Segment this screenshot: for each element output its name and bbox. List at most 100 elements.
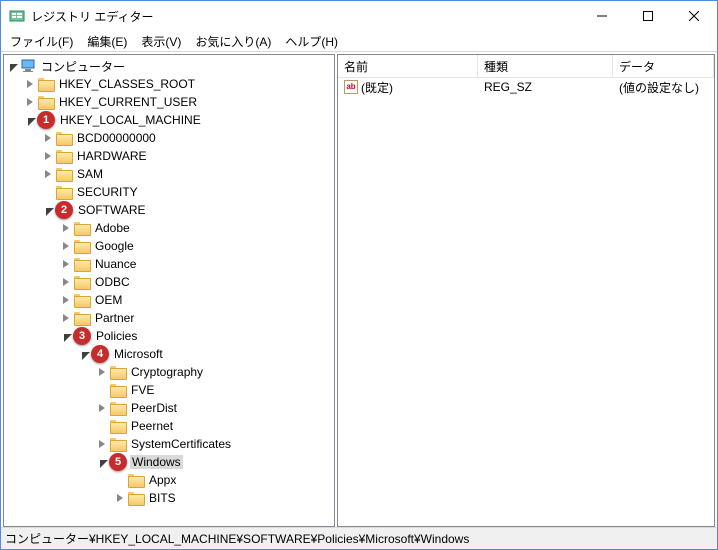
tree-label: FVE — [129, 383, 156, 397]
expander-icon[interactable] — [94, 400, 110, 416]
tree-pane[interactable]: コンピューター HKEY_CLASSES_ROOT HKEY_CURRENT_U… — [3, 54, 335, 527]
tree-item-cryptography[interactable]: Cryptography — [4, 363, 334, 381]
expander-icon[interactable] — [94, 436, 110, 452]
close-button[interactable] — [671, 1, 717, 31]
folder-icon — [56, 167, 72, 181]
folder-icon — [38, 77, 54, 91]
registry-editor-window: レジストリ エディター ファイル(F) 編集(E) 表示(V) お気に入り(A)… — [0, 0, 718, 550]
folder-icon — [38, 95, 54, 109]
step-badge-3: 3 — [73, 327, 91, 345]
tree-item-policies[interactable]: 3 Policies — [4, 327, 334, 345]
values-pane[interactable]: 名前 種類 データ ab (既定) REG_SZ (値の設定なし) — [337, 54, 715, 527]
folder-icon — [110, 383, 126, 397]
maximize-button[interactable] — [625, 1, 671, 31]
tree-label: BCD00000000 — [75, 131, 158, 145]
tree-label: HKEY_LOCAL_MACHINE — [58, 113, 203, 127]
expander-icon[interactable] — [94, 364, 110, 380]
folder-icon — [110, 437, 126, 451]
col-type[interactable]: 種類 — [478, 55, 613, 77]
expander-icon[interactable] — [40, 202, 56, 218]
tree-label: SAM — [75, 167, 105, 181]
folder-icon — [128, 473, 144, 487]
tree-item-systemcertificates[interactable]: SystemCertificates — [4, 435, 334, 453]
menu-view[interactable]: 表示(V) — [134, 31, 188, 52]
cell-data: (値の設定なし) — [613, 79, 714, 96]
menu-file[interactable]: ファイル(F) — [3, 31, 80, 52]
col-data[interactable]: データ — [613, 55, 714, 77]
tree-label: Peernet — [129, 419, 175, 433]
expander-icon[interactable] — [40, 166, 56, 182]
tree-item-fve[interactable]: FVE — [4, 381, 334, 399]
col-name[interactable]: 名前 — [338, 55, 478, 77]
tree-item-bcd[interactable]: BCD00000000 — [4, 129, 334, 147]
value-name: (既定) — [361, 79, 393, 96]
list-row[interactable]: ab (既定) REG_SZ (値の設定なし) — [338, 78, 714, 96]
step-badge-1: 1 — [37, 111, 55, 129]
tree-item-adobe[interactable]: Adobe — [4, 219, 334, 237]
tree-item-security[interactable]: SECURITY — [4, 183, 334, 201]
tree-item-peernet[interactable]: Peernet — [4, 417, 334, 435]
registry-tree: コンピューター HKEY_CLASSES_ROOT HKEY_CURRENT_U… — [4, 55, 334, 527]
tree-item-hardware[interactable]: HARDWARE — [4, 147, 334, 165]
tree-item-bits[interactable]: BITS — [4, 489, 334, 507]
expander-icon[interactable] — [58, 274, 74, 290]
tree-label: ODBC — [93, 275, 132, 289]
folder-icon — [74, 293, 90, 307]
tree-label: コンピューター — [39, 58, 127, 75]
folder-icon — [74, 221, 90, 235]
expander-icon[interactable] — [112, 490, 128, 506]
expander-icon[interactable] — [76, 346, 92, 362]
cell-type: REG_SZ — [478, 80, 613, 94]
expander-icon[interactable] — [58, 220, 74, 236]
folder-icon — [74, 257, 90, 271]
folder-icon — [110, 419, 126, 433]
folder-icon — [56, 149, 72, 163]
menu-favorites[interactable]: お気に入り(A) — [188, 31, 278, 52]
tree-item-sam[interactable]: SAM — [4, 165, 334, 183]
expander-icon[interactable] — [4, 58, 20, 74]
tree-label: OEM — [93, 293, 124, 307]
expander-icon[interactable] — [22, 76, 38, 92]
tree-label: Adobe — [93, 221, 132, 235]
expander-icon[interactable] — [22, 94, 38, 110]
folder-icon — [56, 185, 72, 199]
tree-item-nuance[interactable]: Nuance — [4, 255, 334, 273]
tree-item-software[interactable]: 2 SOFTWARE — [4, 201, 334, 219]
folder-icon — [74, 275, 90, 289]
expander-icon[interactable] — [40, 130, 56, 146]
folder-icon — [56, 131, 72, 145]
folder-icon — [74, 311, 90, 325]
tree-label: Microsoft — [112, 347, 165, 361]
string-value-icon: ab — [344, 80, 358, 94]
tree-item-microsoft[interactable]: 4 Microsoft — [4, 345, 334, 363]
menu-help[interactable]: ヘルプ(H) — [278, 31, 345, 52]
tree-item-windows[interactable]: 5 Windows — [4, 453, 334, 471]
tree-item-hklm[interactable]: 1 HKEY_LOCAL_MACHINE — [4, 111, 334, 129]
step-badge-2: 2 — [55, 201, 73, 219]
minimize-button[interactable] — [579, 1, 625, 31]
expander-icon[interactable] — [94, 454, 110, 470]
tree-item-hkcr[interactable]: HKEY_CLASSES_ROOT — [4, 75, 334, 93]
expander-icon[interactable] — [58, 310, 74, 326]
expander-icon[interactable] — [58, 256, 74, 272]
folder-icon — [110, 365, 126, 379]
menu-edit[interactable]: 編集(E) — [80, 31, 134, 52]
expander-icon[interactable] — [40, 148, 56, 164]
tree-item-peerdist[interactable]: PeerDist — [4, 399, 334, 417]
tree-label: Appx — [147, 473, 178, 487]
tree-item-hkcu[interactable]: HKEY_CURRENT_USER — [4, 93, 334, 111]
cell-name: ab (既定) — [338, 79, 478, 96]
tree-label: SECURITY — [75, 185, 140, 199]
expander-icon[interactable] — [58, 292, 74, 308]
expander-icon[interactable] — [58, 328, 74, 344]
tree-item-google[interactable]: Google — [4, 237, 334, 255]
tree-item-partner[interactable]: Partner — [4, 309, 334, 327]
expander-icon[interactable] — [58, 238, 74, 254]
tree-item-odbc[interactable]: ODBC — [4, 273, 334, 291]
tree-item-computer[interactable]: コンピューター — [4, 57, 334, 75]
tree-item-appx[interactable]: Appx — [4, 471, 334, 489]
expander-icon[interactable] — [22, 112, 38, 128]
tree-label: Windows — [130, 455, 183, 469]
tree-item-oem[interactable]: OEM — [4, 291, 334, 309]
tree-label: HKEY_CURRENT_USER — [57, 95, 199, 109]
